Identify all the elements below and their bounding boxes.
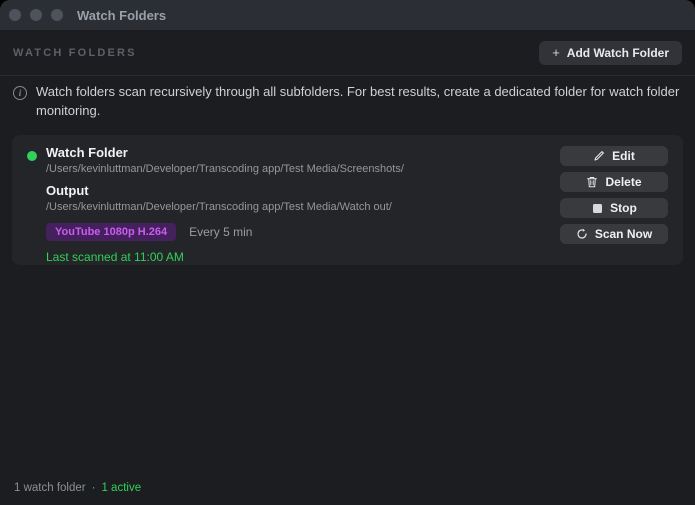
add-watch-folder-button[interactable]: + Add Watch Folder (539, 40, 682, 65)
info-icon: i (13, 86, 27, 100)
header-row: WATCH FOLDERS + Add Watch Folder (0, 30, 695, 76)
stop-icon (591, 202, 603, 214)
meta-row: YouTube 1080p H.264 Every 5 min (46, 223, 553, 241)
source-label: Watch Folder (46, 145, 128, 160)
watch-folder-count: 1 watch folder (14, 482, 86, 494)
watch-folder-card: Watch Folder /Users/kevinluttman/Develop… (12, 135, 683, 265)
card-actions: Edit Delete Stop Scan Now (560, 146, 668, 244)
traffic-lights (0, 9, 63, 21)
pencil-icon (593, 150, 605, 162)
preset-badge: YouTube 1080p H.264 (46, 223, 177, 241)
scan-interval: Every 5 min (189, 225, 253, 239)
output-label: Output (46, 183, 89, 198)
zoom-window-button[interactable] (51, 9, 63, 21)
edit-button-label: Edit (612, 149, 635, 163)
card-main: Watch Folder /Users/kevinluttman/Develop… (46, 145, 553, 264)
section-label: WATCH FOLDERS (13, 46, 137, 59)
add-watch-folder-label: Add Watch Folder (566, 45, 669, 60)
stop-button[interactable]: Stop (560, 198, 668, 218)
active-status-dot (27, 151, 37, 161)
edit-button[interactable]: Edit (560, 146, 668, 166)
close-window-button[interactable] (9, 9, 21, 21)
trash-icon (586, 176, 598, 188)
titlebar: Watch Folders (0, 0, 695, 30)
delete-button[interactable]: Delete (560, 172, 668, 192)
plus-icon: + (552, 45, 560, 60)
info-text: Watch folders scan recursively through a… (36, 84, 680, 118)
output-path: /Users/kevinluttman/Developer/Transcodin… (46, 201, 392, 213)
active-count: 1 active (101, 482, 142, 494)
stop-button-label: Stop (610, 201, 637, 215)
footer-separator: · (91, 482, 96, 494)
delete-button-label: Delete (605, 175, 642, 189)
info-banner: i Watch folders scan recursively through… (13, 83, 682, 121)
scan-now-button[interactable]: Scan Now (560, 224, 668, 244)
watch-folders-window: Watch Folders WATCH FOLDERS + Add Watch … (0, 0, 695, 505)
scan-now-button-label: Scan Now (594, 227, 653, 241)
minimize-window-button[interactable] (30, 9, 42, 21)
footer-status-bar: 1 watch folder · 1 active (14, 482, 141, 494)
refresh-icon (576, 228, 588, 240)
last-scanned-status: Last scanned at 11:00 AM (46, 250, 184, 264)
window-title: Watch Folders (77, 7, 167, 23)
source-path: /Users/kevinluttman/Developer/Transcodin… (46, 163, 404, 175)
